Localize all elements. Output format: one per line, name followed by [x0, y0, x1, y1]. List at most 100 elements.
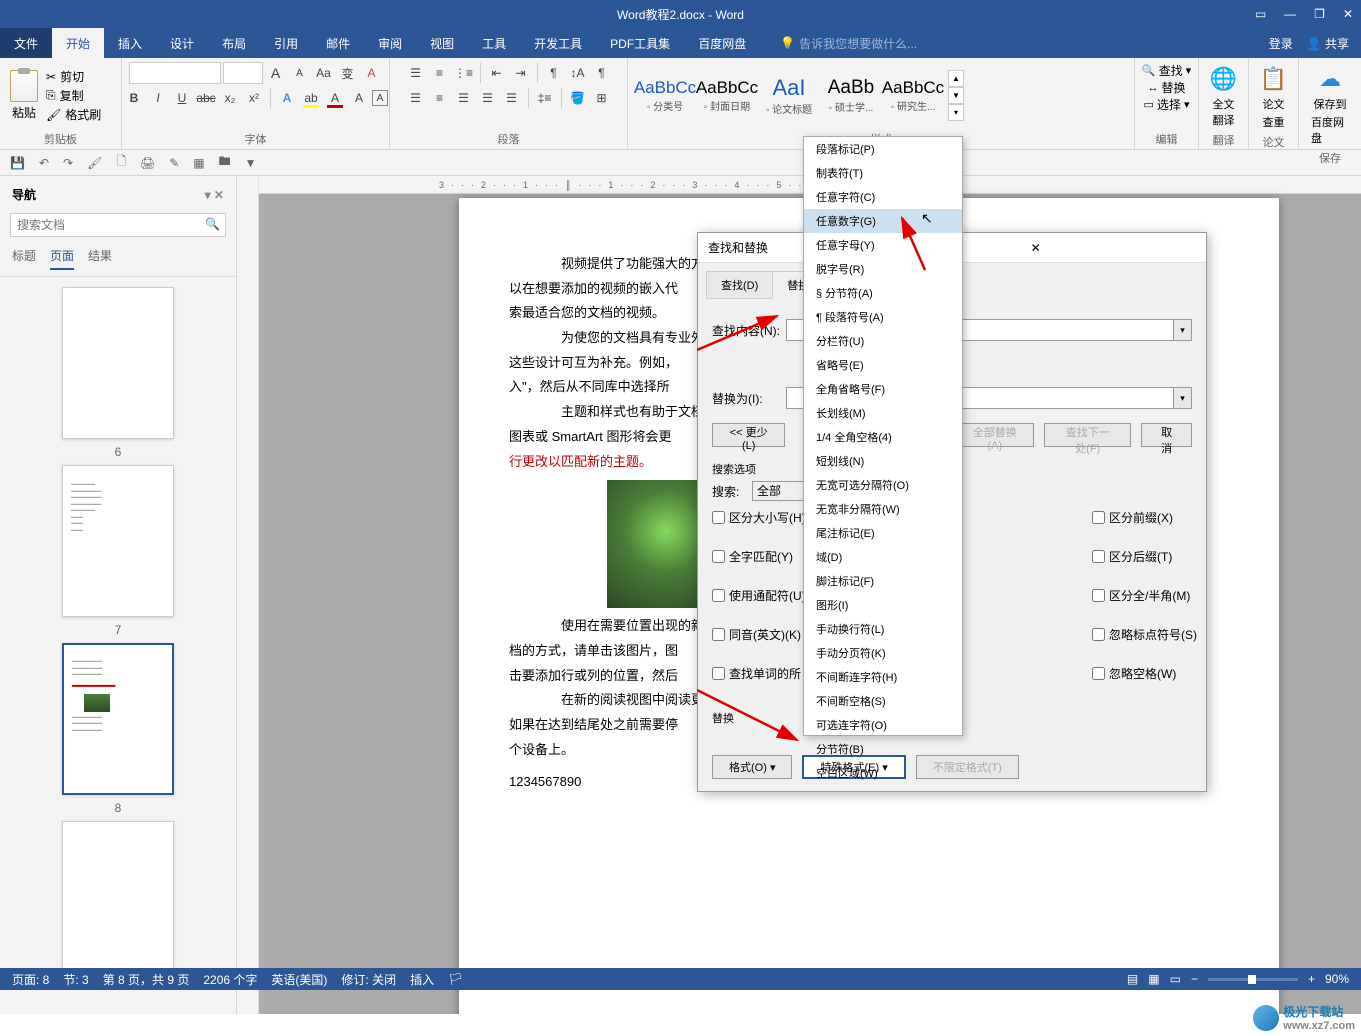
popup-item[interactable]: 脱字号(R) [804, 257, 962, 281]
popup-item[interactable]: 全角省略号(F) [804, 377, 962, 401]
popup-item[interactable]: 无宽可选分隔符(O) [804, 473, 962, 497]
align-center-icon[interactable]: ≡ [429, 87, 451, 109]
nav-tab-headings[interactable]: 标题 [12, 247, 36, 270]
numbering-icon[interactable]: ≡ [429, 62, 451, 84]
zoom-out-icon[interactable]: − [1191, 972, 1198, 986]
ltr-icon[interactable]: ¶ [543, 62, 565, 84]
popup-item[interactable]: 图形(I) [804, 593, 962, 617]
status-pages[interactable]: 第 8 页，共 9 页 [103, 971, 190, 988]
text-effects-icon[interactable]: A [276, 87, 298, 109]
line-spacing-icon[interactable]: ‡≡ [534, 87, 556, 109]
popup-item[interactable]: 省略号(E) [804, 353, 962, 377]
login-link[interactable]: 登录 [1269, 35, 1293, 52]
popup-item[interactable]: 空白区域(W) [804, 761, 962, 785]
tab-view[interactable]: 视图 [416, 28, 468, 58]
status-page[interactable]: 页面: 8 [12, 971, 49, 988]
tab-home[interactable]: 开始 [52, 28, 104, 58]
popup-item[interactable]: 短划线(N) [804, 449, 962, 473]
page-thumb[interactable] [62, 821, 174, 973]
popup-item[interactable]: 尾注标记(E) [804, 521, 962, 545]
tab-insert[interactable]: 插入 [104, 28, 156, 58]
phonetic-icon[interactable]: 变 [337, 62, 359, 84]
popup-item[interactable]: 域(D) [804, 545, 962, 569]
view-read-icon[interactable]: ▤ [1127, 972, 1138, 986]
view-print-icon[interactable]: ▦ [1148, 972, 1159, 986]
popup-item[interactable]: 可选连字符(O) [804, 713, 962, 737]
font-name-select[interactable] [129, 62, 221, 84]
page-thumb[interactable]: ━━━━━━━━━━━━━━━━━━━━━━━━━━━━━━━━━━━━━━━━… [62, 465, 174, 617]
paste-button[interactable]: 粘贴 [6, 68, 42, 123]
change-case-icon[interactable]: Aa [313, 62, 335, 84]
tell-me[interactable]: 💡 告诉我您想要做什么... [780, 35, 917, 52]
find-history-dropdown[interactable]: ▾ [1174, 319, 1192, 341]
copy-button[interactable]: ⎘ 复制 [46, 87, 101, 104]
justify-icon[interactable]: ☰ [477, 87, 499, 109]
align-left-icon[interactable]: ☰ [405, 87, 427, 109]
page-thumb-selected[interactable]: ━━━━━━━━━━━━━━━━━━━━━━━━━━━━━━━━━━━━━━━━… [62, 643, 174, 795]
opt-fullhalf[interactable]: 区分全/半角(M) [1092, 587, 1292, 604]
distribute-icon[interactable]: ☰ [501, 87, 523, 109]
close-icon[interactable]: ✕ [1343, 7, 1353, 21]
status-track[interactable]: 修订: 关闭 [341, 971, 396, 988]
nav-search-input[interactable] [10, 213, 226, 237]
popup-item[interactable]: 任意字母(Y) [804, 233, 962, 257]
find-next-button[interactable]: 查找下一处(F) [1044, 423, 1131, 447]
share-button[interactable]: 👤 共享 [1307, 35, 1349, 52]
save-icon[interactable]: 💾 [10, 156, 25, 170]
tab-baidu[interactable]: 百度网盘 [684, 28, 760, 58]
less-button[interactable]: << 更少(L) [712, 423, 785, 447]
tab-developer[interactable]: 开发工具 [520, 28, 596, 58]
select-button[interactable]: ▭ 选择 ▾ [1144, 96, 1190, 113]
find-button[interactable]: 🔍 查找 ▾ [1142, 62, 1191, 79]
nav-tab-results[interactable]: 结果 [88, 247, 112, 270]
italic-icon[interactable]: I [147, 87, 169, 109]
restore-icon[interactable]: ❐ [1314, 7, 1325, 21]
popup-item[interactable]: 任意字符(C) [804, 185, 962, 209]
qat-folder-icon[interactable]: 🖿 [219, 152, 231, 173]
strike-icon[interactable]: abc [195, 87, 217, 109]
opt-prefix[interactable]: 区分前缀(X) [1092, 509, 1292, 526]
popup-item[interactable]: 分栏符(U) [804, 329, 962, 353]
tab-pdf[interactable]: PDF工具集 [596, 28, 684, 58]
translate-button[interactable]: 🌐 全文 翻译 [1205, 62, 1242, 130]
style-scroll-up[interactable]: ▲ [948, 70, 964, 87]
save-to-baidu-button[interactable]: ☁ 保存到 百度网盘 [1305, 62, 1355, 148]
show-marks-icon[interactable]: ¶ [591, 62, 613, 84]
decrease-font-icon[interactable]: A [289, 62, 311, 84]
style-expand[interactable]: ▾ [948, 104, 964, 121]
popup-item[interactable]: 段落标记(P) [804, 137, 962, 161]
popup-item[interactable]: 手动分页符(K) [804, 641, 962, 665]
page-thumb[interactable] [62, 287, 174, 439]
superscript-icon[interactable]: x² [243, 87, 265, 109]
ribbon-display-icon[interactable]: ▭ [1255, 7, 1266, 21]
popup-item[interactable]: § 分节符(A) [804, 281, 962, 305]
borders-icon[interactable]: ⊞ [591, 87, 613, 109]
popup-item[interactable]: 不间断空格(S) [804, 689, 962, 713]
decrease-indent-icon[interactable]: ⇤ [486, 62, 508, 84]
view-web-icon[interactable]: ▭ [1170, 972, 1181, 986]
cancel-button[interactable]: 取消 [1141, 423, 1192, 447]
status-insert[interactable]: 插入 [410, 971, 434, 988]
qat-edit-icon[interactable]: ✎ [169, 156, 179, 170]
shading-icon[interactable]: 🪣 [567, 87, 589, 109]
redo-icon[interactable]: ↷ [63, 156, 73, 170]
font-size-select[interactable] [223, 62, 263, 84]
status-section[interactable]: 节: 3 [63, 971, 88, 988]
tab-references[interactable]: 引用 [260, 28, 312, 58]
dialog-tab-find[interactable]: 查找(D) [706, 271, 773, 299]
opt-ignore-space[interactable]: 忽略空格(W) [1092, 665, 1292, 682]
bold-icon[interactable]: B [123, 87, 145, 109]
format-button[interactable]: 格式(O) ▾ [712, 755, 792, 779]
popup-item[interactable]: 不间断连字符(H) [804, 665, 962, 689]
popup-item[interactable]: 手动换行符(L) [804, 617, 962, 641]
status-words[interactable]: 2206 个字 [203, 971, 257, 988]
minimize-icon[interactable]: — [1284, 7, 1296, 21]
tab-design[interactable]: 设计 [156, 28, 208, 58]
replace-button[interactable]: ↔ 替换 [1147, 79, 1185, 96]
bullets-icon[interactable]: ☰ [405, 62, 427, 84]
tab-layout[interactable]: 布局 [208, 28, 260, 58]
popup-item[interactable]: 1/4 全角空格(4) [804, 425, 962, 449]
multilevel-icon[interactable]: ⋮≡ [453, 62, 475, 84]
clear-format-icon[interactable]: A [361, 62, 383, 84]
style-scroll-down[interactable]: ▼ [948, 87, 964, 104]
